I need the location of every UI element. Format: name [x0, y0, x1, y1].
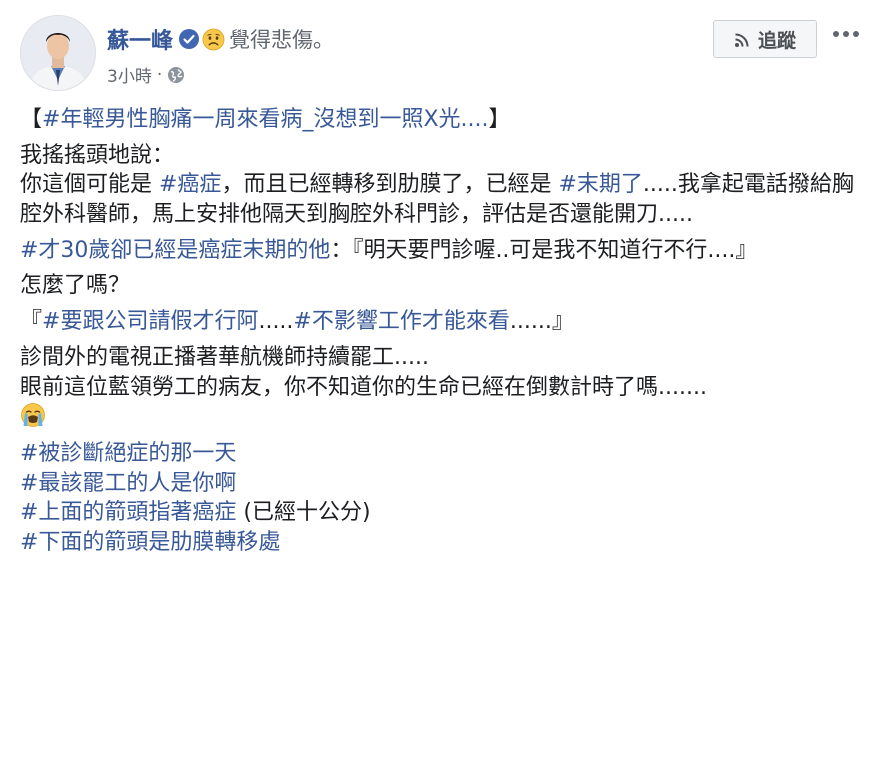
quote-close: ......』	[509, 309, 574, 335]
paragraph-text: 診間外的電視正播著華航機師持續罷工.....	[20, 344, 429, 370]
hashtag-row: #下面的箭頭是肋膜轉移處	[20, 528, 860, 558]
paragraph-1: 我搖搖頭地說： 你這個可能是 #癌症，而且已經轉移到肋膜了，已經是 #末期了..…	[20, 141, 860, 230]
paragraph-3: 怎麼了嗎？	[20, 271, 860, 301]
hashtag-link[interactable]: #末期了	[558, 172, 642, 197]
paragraph-2: #才30歲卻已經是癌症末期的他：『明天要門診喔..可是我不知道行不行....』	[20, 236, 860, 266]
hashtag-link[interactable]: #上面的箭頭指著癌症	[20, 500, 236, 525]
hashtag-row: #最該罷工的人是你啊	[20, 469, 860, 499]
hashtag-link[interactable]: #不影響工作才能來看	[293, 309, 509, 334]
hashtag-link[interactable]: #才30歲卻已經是癌症末期的他	[20, 238, 330, 263]
paragraph-text: 我搖搖頭地說：	[20, 142, 175, 168]
post-timestamp[interactable]: 3小時	[107, 62, 152, 87]
hashtag-list: #被診斷絕症的那一天 #最該罷工的人是你啊 #上面的箭頭指著癌症 (已經十公分)…	[20, 439, 860, 558]
hashtag-link[interactable]: #癌症	[159, 172, 221, 197]
title-open-bracket: 【	[20, 107, 43, 132]
paragraph-4: 『#要跟公司請假才行阿.....#不影響工作才能來看......』	[20, 307, 860, 337]
avatar-image	[21, 16, 95, 90]
paragraph-text: 你這個可能是	[20, 172, 159, 198]
feeling-text: 覺得悲傷。	[229, 28, 335, 52]
paragraph-text: 怎麼了嗎？	[20, 273, 131, 299]
title-close-bracket: 】	[488, 107, 511, 132]
post-header: 蘇一峰 覺得悲傷。 3小時 · 追蹤	[0, 0, 875, 100]
avatar[interactable]	[20, 15, 96, 91]
hashtag-row: #上面的箭頭指著癌症 (已經十公分)	[20, 498, 860, 528]
hashtag-link[interactable]: #年輕男性胸痛一周來看病_沒想到一照X光....	[42, 107, 488, 132]
paragraph-text: ：『明天要門診喔..可是我不知道行不行....』	[330, 237, 758, 263]
paragraph-5: 診間外的電視正播著華航機師持續罷工..... 眼前這位藍領勞工的病友，你不知道你…	[20, 343, 860, 433]
post-body: 【#年輕男性胸痛一周來看病_沒想到一照X光....】 我搖搖頭地說： 你這個可能…	[20, 105, 860, 564]
author-name[interactable]: 蘇一峰	[107, 23, 173, 55]
hashtag-row: #被診斷絕症的那一天	[20, 439, 860, 469]
hashtag-link[interactable]: #最該罷工的人是你啊	[20, 471, 236, 496]
paragraph-text: 眼前這位藍領勞工的病友，你不知道你的生命已經在倒數計時了嗎.......	[20, 374, 707, 400]
hashtag-link[interactable]: #要跟公司請假才行阿	[42, 309, 258, 334]
follow-label: 追蹤	[757, 29, 796, 52]
post-title: 【#年輕男性胸痛一周來看病_沒想到一照X光....】	[20, 105, 860, 135]
hashtag-link[interactable]: #下面的箭頭是肋膜轉移處	[20, 530, 280, 555]
globe-icon[interactable]	[167, 66, 185, 84]
meta-separator: ·	[156, 64, 163, 85]
author-line: 蘇一峰 覺得悲傷。	[107, 22, 334, 56]
paragraph-text: .....	[258, 309, 294, 335]
loudly-crying-emoji	[20, 402, 46, 428]
verified-badge-icon	[179, 29, 200, 49]
quote-open: 『	[20, 309, 43, 335]
follow-button[interactable]: 追蹤	[713, 20, 817, 58]
ellipsis-icon[interactable]	[828, 22, 864, 46]
post-meta: 3小時 ·	[107, 62, 185, 87]
hashtag-extra: (已經十公分)	[236, 500, 371, 526]
hashtag-link[interactable]: #被診斷絕症的那一天	[20, 441, 236, 466]
sad-face-emoji	[202, 28, 225, 51]
rss-icon	[734, 31, 750, 47]
paragraph-text: ，而且已經轉移到肋膜了，已經是	[221, 172, 559, 198]
